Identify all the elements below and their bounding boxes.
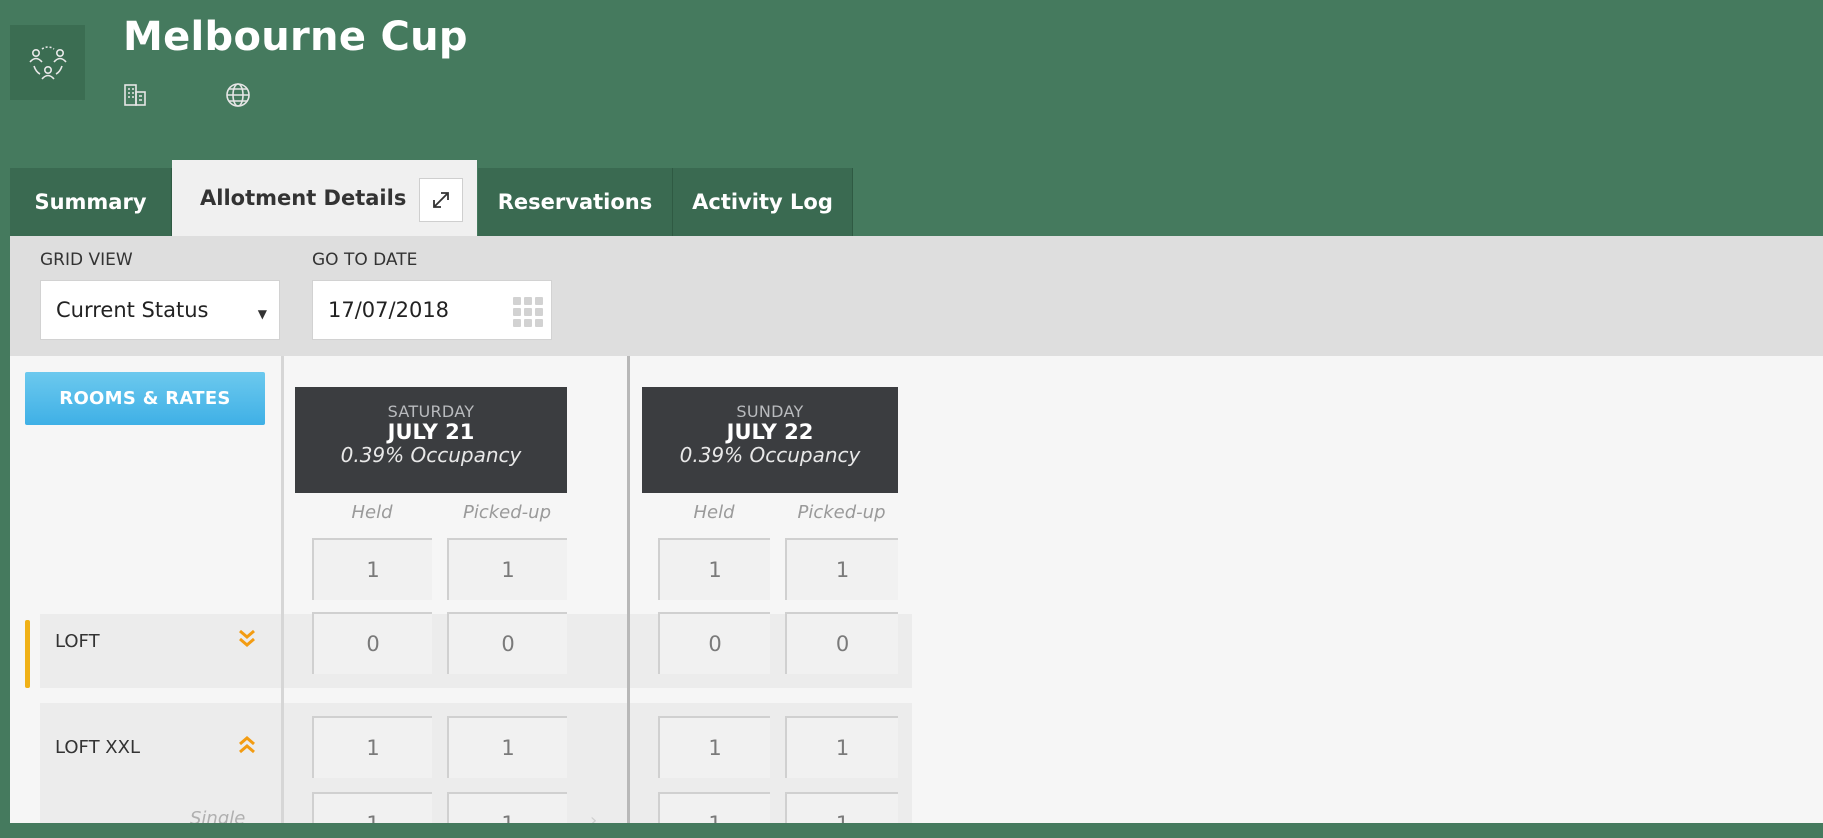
expand-button[interactable] (419, 178, 463, 222)
tab-activity-log[interactable]: Activity Log (673, 168, 853, 236)
date-value: 17/07/2018 (328, 298, 450, 322)
column-divider (281, 356, 284, 823)
go-to-date-input[interactable]: 17/07/2018 (312, 280, 552, 340)
tab-summary[interactable]: Summary (10, 168, 172, 236)
day-header-saturday: SATURDAY JULY 21 0.39% Occupancy (295, 387, 567, 493)
col-header-held: Held (351, 502, 393, 523)
day-date: JULY 21 (387, 420, 475, 444)
day-of-week: SUNDAY (736, 402, 804, 421)
grid-cell[interactable]: 1 (447, 538, 567, 600)
grid-cell[interactable]: 1 (312, 716, 432, 778)
calendar-icon[interactable] (513, 297, 543, 327)
room-name-loft-xxl: LOFT XXL (55, 737, 140, 758)
chevron-double-down-icon[interactable] (237, 626, 257, 655)
grid-view-label: GRID VIEW (40, 250, 133, 270)
tab-label: Activity Log (692, 190, 833, 214)
day-date: JULY 22 (726, 420, 814, 444)
grid-cell[interactable]: 1 (312, 538, 432, 600)
building-icon[interactable] (121, 81, 149, 109)
tab-label: Summary (34, 190, 147, 214)
grid-view-select[interactable]: Current Status ▼ (40, 280, 280, 340)
col-header-picked-up: Picked-up (462, 502, 551, 523)
day-of-week: SATURDAY (387, 402, 475, 421)
grid-cell[interactable]: 0 (658, 612, 770, 674)
expand-icon (433, 192, 449, 208)
rooms-rates-button[interactable]: ROOMS & RATES (25, 372, 265, 425)
page-title: Melbourne Cup (123, 14, 468, 60)
grid-cell[interactable]: 1 (658, 538, 770, 600)
grid-cell[interactable]: 0 (785, 612, 898, 674)
bottom-border (0, 823, 1823, 838)
tab-label: Reservations (497, 190, 653, 214)
grid-cell[interactable]: 0 (447, 612, 567, 674)
day-occupancy: 0.39% Occupancy (340, 443, 522, 467)
day-divider (627, 356, 630, 823)
room-name-loft: LOFT (55, 631, 100, 652)
grid-cell[interactable]: 1 (785, 538, 898, 600)
globe-icon[interactable] (224, 81, 252, 109)
col-header-picked-up: Picked-up (797, 502, 886, 523)
grid-cell[interactable]: 0 (312, 612, 432, 674)
caret-down-icon: ▼ (257, 307, 267, 321)
go-to-date-label: GO TO DATE (312, 250, 418, 270)
grid-toolbar (10, 236, 1823, 356)
group-logo (10, 25, 85, 100)
tab-reservations[interactable]: Reservations (478, 168, 673, 236)
tab-label: Allotment Details (200, 186, 407, 210)
col-header-held: Held (693, 502, 735, 523)
day-header-sunday: SUNDAY JULY 22 0.39% Occupancy (642, 387, 898, 493)
grid-cell[interactable]: 1 (658, 716, 770, 778)
chevron-double-up-icon[interactable] (237, 733, 257, 762)
grid-view-value: Current Status (56, 298, 209, 322)
selected-row-indicator (25, 620, 30, 688)
grid-cell[interactable]: 1 (785, 716, 898, 778)
grid-cell[interactable]: 1 (447, 716, 567, 778)
group-network-icon (28, 45, 67, 80)
day-occupancy: 0.39% Occupancy (679, 443, 861, 467)
